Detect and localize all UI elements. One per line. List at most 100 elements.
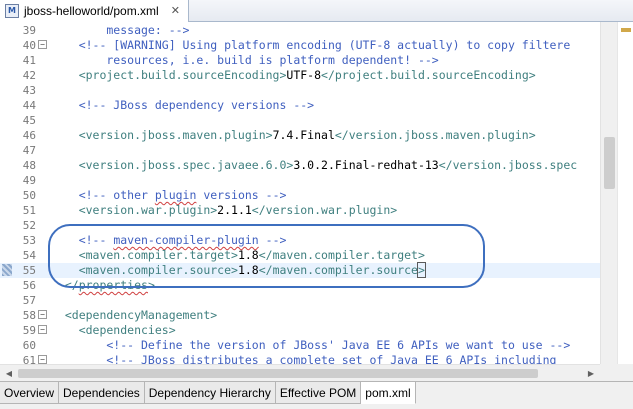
fold-toggle-icon[interactable]: − bbox=[38, 325, 47, 334]
code-text[interactable]: <maven.compiler.source>1.8</maven.compil… bbox=[51, 262, 426, 278]
xml-text-token: 2.1.1 bbox=[217, 203, 252, 217]
xml-tag-token: </project.build.sourceEncoding> bbox=[321, 68, 536, 82]
tab-pom-xml[interactable]: pom.xml bbox=[361, 382, 416, 404]
xml-tag-token: <maven.compiler.target> bbox=[51, 248, 238, 262]
code-line[interactable]: 56 </properties> bbox=[0, 278, 600, 293]
code-text[interactable]: <version.jboss.spec.javaee.6.0>3.0.2.Fin… bbox=[51, 158, 578, 173]
horizontal-scroll-thumb[interactable] bbox=[18, 369, 538, 378]
xml-comment-token: versions --> bbox=[196, 188, 287, 202]
code-line[interactable]: 45 bbox=[0, 113, 600, 128]
tab-effective-pom[interactable]: Effective POM bbox=[275, 382, 362, 404]
fold-toggle-icon[interactable]: − bbox=[38, 310, 47, 319]
xml-tag-token: <version.jboss.maven.plugin> bbox=[51, 128, 273, 142]
xml-text-token: 1.8 bbox=[237, 248, 259, 262]
code-line[interactable]: 60 <!-- Define the version of JBoss' Jav… bbox=[0, 338, 600, 353]
xml-comment-token: message: --> bbox=[51, 23, 190, 37]
tab-dependencies[interactable]: Dependencies bbox=[59, 382, 145, 404]
code-text[interactable]: message: --> bbox=[51, 23, 189, 38]
fold-toggle-icon[interactable]: − bbox=[38, 40, 47, 49]
xml-comment-token: <!-- JBoss dependency versions --> bbox=[51, 98, 315, 112]
code-text[interactable]: <project.build.sourceEncoding>UTF-8</pro… bbox=[51, 68, 536, 83]
xml-tag-token: > bbox=[147, 278, 155, 292]
line-number: 53 bbox=[22, 234, 36, 247]
code-line[interactable]: 39 message: --> bbox=[0, 23, 600, 38]
code-text[interactable]: <!-- maven-compiler-plugin --> bbox=[51, 233, 287, 248]
line-number: 51 bbox=[22, 204, 36, 217]
line-number: 57 bbox=[22, 294, 36, 307]
horizontal-scrollbar[interactable]: ◀ ▶ bbox=[0, 364, 600, 381]
xml-tag-token: <project.build.sourceEncoding> bbox=[51, 68, 287, 82]
code-line[interactable]: 48 <version.jboss.spec.javaee.6.0>3.0.2.… bbox=[0, 158, 600, 173]
code-text[interactable]: <!-- JBoss dependency versions --> bbox=[51, 98, 314, 113]
code-line[interactable]: 58− <dependencyManagement> bbox=[0, 308, 600, 323]
overview-ruler-marker[interactable] bbox=[621, 28, 631, 32]
pom-editor-page-tabs: Overview Dependencies Dependency Hierarchy… bbox=[0, 381, 633, 409]
code-line[interactable]: 43 bbox=[0, 83, 600, 98]
xml-comment-token: <!-- JBoss distributes a complete set of… bbox=[51, 353, 557, 364]
code-line[interactable]: 44 <!-- JBoss dependency versions --> bbox=[0, 98, 600, 113]
code-text[interactable]: <version.jboss.maven.plugin>7.4.Final</v… bbox=[51, 128, 536, 143]
editor-tab-pom-xml[interactable]: M jboss-helloworld/pom.xml ✕ bbox=[0, 0, 189, 22]
code-text[interactable]: </properties> bbox=[51, 278, 155, 293]
scroll-right-arrow-icon[interactable]: ▶ bbox=[585, 368, 597, 379]
code-text[interactable]: resources, i.e. build is platform depend… bbox=[51, 53, 439, 68]
code-text[interactable]: <!-- JBoss distributes a complete set of… bbox=[51, 353, 556, 364]
xml-tag-token: <version.jboss.spec.javaee.6.0> bbox=[51, 158, 294, 172]
line-number: 61 bbox=[22, 354, 36, 364]
code-line[interactable]: 47 bbox=[0, 143, 600, 158]
code-line[interactable]: 53 <!-- maven-compiler-plugin --> bbox=[0, 233, 600, 248]
line-number: 59 bbox=[22, 324, 36, 337]
code-text[interactable]: <dependencyManagement> bbox=[51, 308, 217, 323]
code-line[interactable]: 40− <!-- [WARNING] Using platform encodi… bbox=[0, 38, 600, 53]
xml-tag-token: </version.jboss.spec bbox=[438, 158, 578, 172]
line-number: 46 bbox=[22, 129, 36, 142]
xml-comment-token: --> bbox=[258, 233, 287, 247]
code-line[interactable]: 54 <maven.compiler.target>1.8</maven.com… bbox=[0, 248, 600, 263]
vertical-scroll-thumb[interactable] bbox=[604, 137, 615, 189]
line-number: 48 bbox=[22, 159, 36, 172]
code-line[interactable]: 59− <dependencies> bbox=[0, 323, 600, 338]
xml-comment-token: <!-- bbox=[51, 233, 114, 247]
xml-tag-token: properties bbox=[78, 278, 148, 292]
xml-comment-token: resources, i.e. build is platform depend… bbox=[51, 53, 439, 67]
tab-dependency-hierarchy[interactable]: Dependency Hierarchy bbox=[144, 382, 276, 404]
xml-comment-token: <!-- Define the version of JBoss' Java E… bbox=[51, 338, 571, 352]
code-line[interactable]: 52 bbox=[0, 218, 600, 233]
xml-tag-token: <maven.compiler.source> bbox=[51, 263, 238, 277]
xml-source-editor[interactable]: 39 message: --> 40− <!-- [WARNING] Using … bbox=[0, 22, 600, 364]
code-line[interactable]: 46 <version.jboss.maven.plugin>7.4.Final… bbox=[0, 128, 600, 143]
xml-text-token: 1.8 bbox=[237, 263, 259, 277]
xml-tag-token: <version.war.plugin> bbox=[51, 203, 218, 217]
code-text[interactable]: <!-- other plugin versions --> bbox=[51, 188, 287, 203]
line-number: 56 bbox=[22, 279, 36, 292]
overview-ruler[interactable] bbox=[617, 22, 633, 364]
xml-text-token: 7.4.Final bbox=[272, 128, 335, 142]
code-line[interactable]: 51 <version.war.plugin>2.1.1</version.wa… bbox=[0, 203, 600, 218]
vertical-scrollbar[interactable] bbox=[600, 22, 617, 364]
xml-comment-token: <!-- other bbox=[51, 188, 155, 202]
code-text[interactable]: <!-- Define the version of JBoss' Java E… bbox=[51, 338, 570, 353]
scrollbar-corner bbox=[600, 364, 633, 381]
fold-toggle-icon[interactable]: − bbox=[38, 355, 47, 364]
code-line[interactable]: 55 <maven.compiler.source>1.8</maven.com… bbox=[0, 262, 600, 278]
code-line[interactable]: 61− <!-- JBoss distributes a complete se… bbox=[0, 353, 600, 364]
xml-text-token: UTF-8 bbox=[286, 68, 322, 82]
code-text[interactable]: <dependencies> bbox=[51, 323, 176, 338]
close-icon[interactable]: ✕ bbox=[171, 4, 180, 18]
code-line[interactable]: 41 resources, i.e. build is platform dep… bbox=[0, 53, 600, 68]
line-number: 41 bbox=[22, 54, 36, 67]
line-number: 45 bbox=[22, 114, 36, 127]
tab-overview[interactable]: Overview bbox=[0, 382, 60, 404]
maven-pom-file-icon: M bbox=[5, 4, 19, 18]
code-text[interactable]: <!-- [WARNING] Using platform encoding (… bbox=[51, 38, 571, 53]
code-text[interactable]: <maven.compiler.target>1.8</maven.compil… bbox=[51, 248, 425, 263]
xml-tag-token: </maven.compiler.source bbox=[258, 263, 418, 277]
code-line[interactable]: 42 <project.build.sourceEncoding>UTF-8</… bbox=[0, 68, 600, 83]
line-number: 50 bbox=[22, 189, 36, 202]
code-text[interactable]: <version.war.plugin>2.1.1</version.war.p… bbox=[51, 203, 398, 218]
code-line[interactable]: 50 <!-- other plugin versions --> bbox=[0, 188, 600, 203]
scroll-left-arrow-icon[interactable]: ◀ bbox=[3, 368, 15, 379]
code-line[interactable]: 49 bbox=[0, 173, 600, 188]
line-number: 49 bbox=[22, 174, 36, 187]
code-line[interactable]: 57 bbox=[0, 293, 600, 308]
